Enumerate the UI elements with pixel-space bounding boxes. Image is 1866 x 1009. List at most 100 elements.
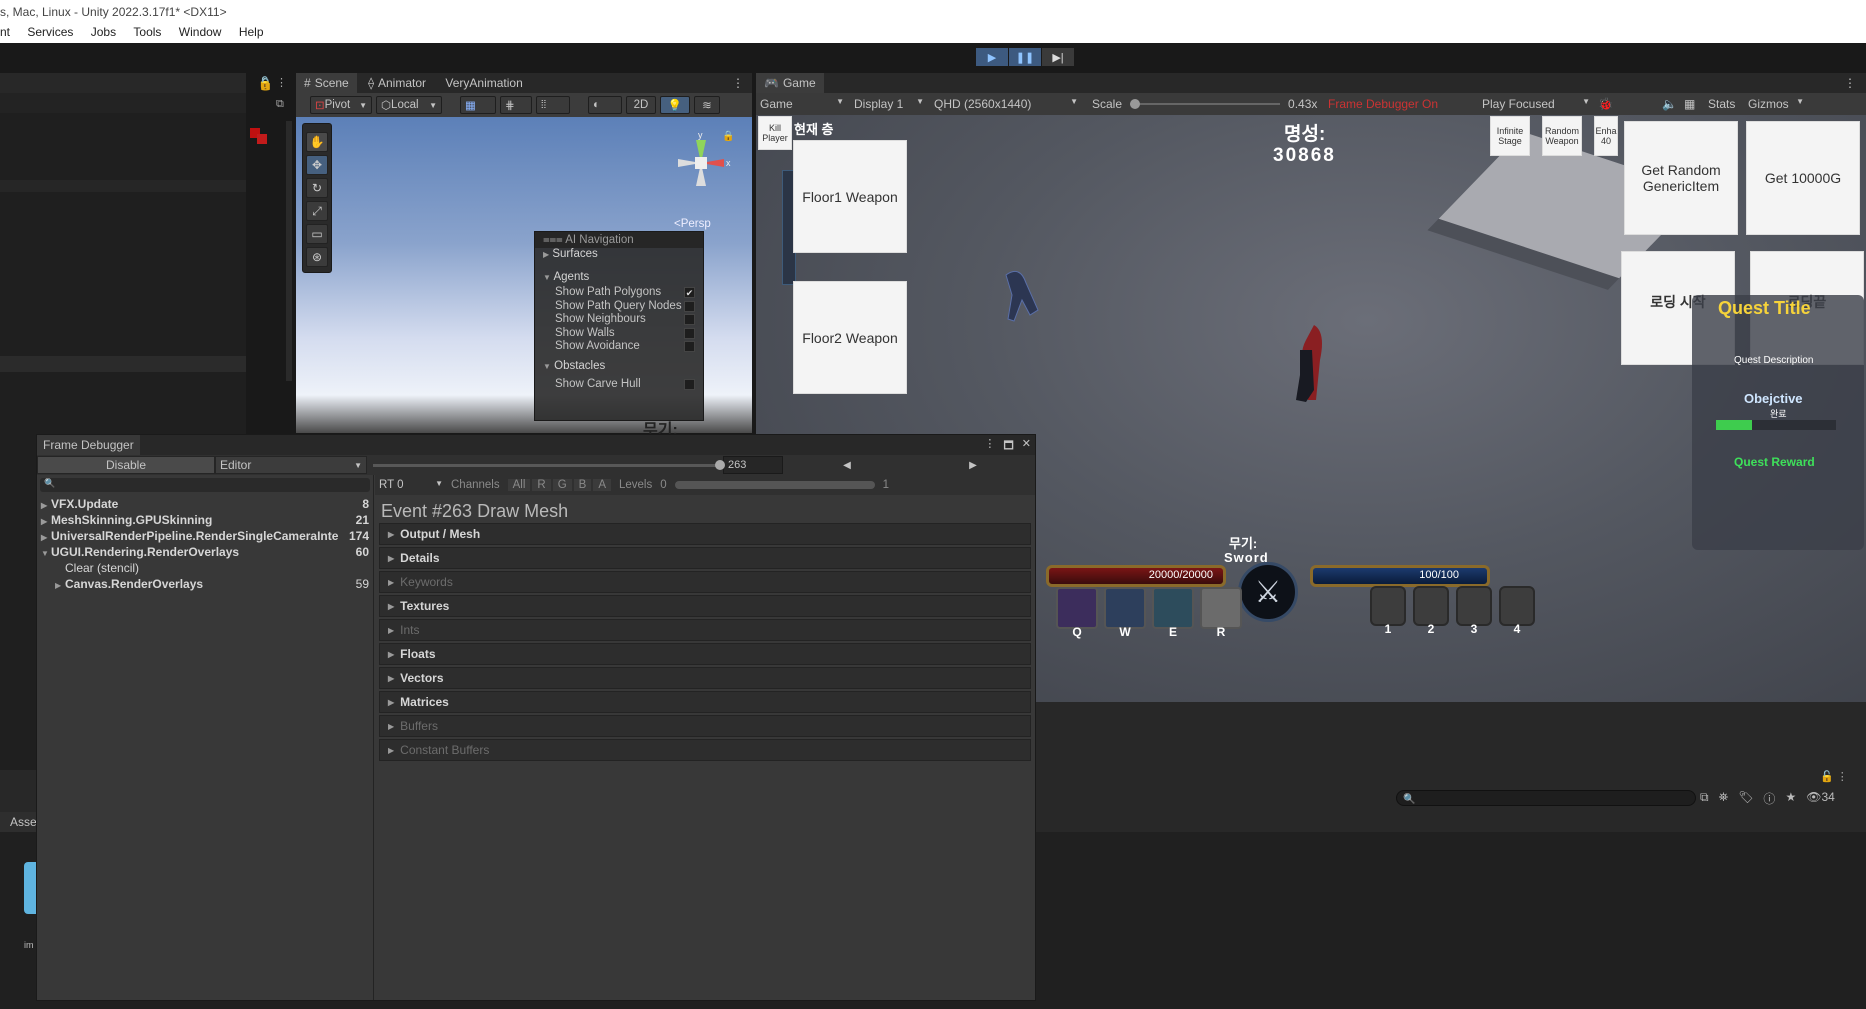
bug-toggle[interactable]: 🐞 [1590, 97, 1650, 111]
tab-scene[interactable]: # Scene [296, 73, 357, 93]
frame-debugger-tab[interactable]: Frame Debugger [37, 435, 140, 455]
hierarchy-search[interactable] [0, 93, 246, 113]
event-tree-row[interactable]: ▶ Canvas.RenderOverlays 59 [37, 576, 373, 592]
skill-slot-e[interactable]: E [1152, 587, 1194, 639]
show-path-polygons-toggle[interactable]: Show Path Polygons ✔ [535, 286, 703, 300]
panel-menu-icon[interactable]: ⋮ [276, 76, 287, 89]
event-search-input[interactable]: 🔍 [40, 478, 370, 492]
obstacles-foldout[interactable]: ▼ Obstacles [535, 360, 703, 375]
floor2-weapon-button[interactable]: Floor2 Weapon [793, 281, 907, 394]
checkbox[interactable] [684, 378, 695, 390]
show-avoidance-toggle[interactable]: Show Avoidance [535, 340, 703, 354]
channel-all-button[interactable]: All [507, 479, 531, 491]
resolution-dropdown[interactable]: QHD (2560x1440) ▼ [924, 97, 1078, 111]
checkbox[interactable] [684, 341, 695, 352]
random-weapon-button[interactable]: Random Weapon [1542, 116, 1582, 156]
show-path-query-nodes-toggle[interactable]: Show Path Query Nodes [535, 300, 703, 314]
stats-toggle[interactable]: Stats [1708, 97, 1748, 111]
play-focused-dropdown[interactable]: Play Focused ▼ [1478, 97, 1590, 111]
step-button[interactable]: ▶| [1042, 48, 1074, 66]
section-constant-buffers[interactable]: ▶ Constant Buffers [379, 739, 1031, 761]
menu-item-tools[interactable]: Tools [133, 25, 161, 39]
window-menu-icon[interactable]: ⋮ [984, 437, 995, 456]
close-icon[interactable]: ✕ [1022, 437, 1031, 456]
mode-2d-toggle[interactable]: 2D [626, 96, 656, 114]
item-slot-4[interactable]: 4 [1499, 586, 1535, 636]
rect-tool-button[interactable]: ▭ [306, 224, 328, 244]
event-slider-track[interactable] [373, 459, 725, 470]
event-tree-row[interactable]: ▶ VFX.Update 8 [37, 496, 373, 512]
section-textures[interactable]: ▶ Textures [379, 595, 1031, 617]
menu-item-window[interactable]: Window [179, 25, 222, 39]
get-random-generic-item-button[interactable]: Get Random GenericItem [1624, 121, 1738, 235]
section-floats[interactable]: ▶ Floats [379, 643, 1031, 665]
mute-audio-toggle[interactable]: 🔈 [1662, 97, 1684, 111]
section-buffers[interactable]: ▶ Buffers [379, 715, 1031, 737]
filter-type-icon[interactable]: ⧉ [1700, 790, 1709, 807]
target-dropdown[interactable]: Editor ▼ [215, 456, 367, 474]
agents-foldout[interactable]: ▼ Agents [535, 271, 703, 286]
menu-item-help[interactable]: Help [239, 25, 264, 39]
event-tree-row[interactable]: ▼ UGUI.Rendering.RenderOverlays 60 [37, 544, 373, 560]
rt-dropdown[interactable]: RT 0 ▼ [379, 479, 443, 491]
grid-dropdown[interactable]: ⋕ [500, 96, 532, 114]
star-icon[interactable]: ★ [1785, 790, 1796, 807]
tab-animator[interactable]: ⟠ Animator [360, 73, 434, 93]
channel-r-button[interactable]: R [532, 479, 551, 491]
increment-dropdown[interactable]: ⦙⦙ [536, 96, 570, 114]
surfaces-foldout[interactable]: ▶ Surfaces [535, 248, 703, 263]
show-neighbours-toggle[interactable]: Show Neighbours [535, 313, 703, 327]
event-tree-row[interactable]: ▶ UniversalRenderPipeline.RenderSingleCam… [37, 528, 373, 544]
filter-label-icon[interactable]: ⛯ [1719, 790, 1729, 807]
tab-game[interactable]: 🎮 Game [756, 73, 824, 93]
project-search-input[interactable]: 🔍 [1396, 790, 1696, 806]
menu-item-services[interactable]: Services [27, 25, 73, 39]
weapon-slot[interactable]: ⚔ [1238, 562, 1298, 622]
event-slider[interactable] [367, 456, 725, 474]
panel-lock-icon[interactable]: 🔓 [258, 76, 272, 89]
levels-slider[interactable] [674, 481, 875, 489]
hierarchy-row-selected[interactable] [0, 356, 246, 372]
display-dropdown[interactable]: Display 1 ▼ [844, 97, 924, 111]
show-carve-hull-toggle[interactable]: Show Carve Hull [535, 378, 703, 392]
hidden-count[interactable]: 👁34 [1806, 790, 1835, 807]
rotate-tool-button[interactable]: ↻ [306, 178, 328, 198]
pivot-dropdown[interactable]: ⊡ Pivot ▼ [310, 96, 372, 114]
disable-button[interactable]: Disable [37, 456, 215, 474]
project-lock-icon[interactable]: 🔓 ⋮ [1820, 770, 1848, 783]
previous-event-button[interactable]: ◀ [783, 460, 911, 471]
scale-slider[interactable]: Scale 0.43x [1078, 97, 1318, 111]
skill-slot-q[interactable]: Q [1056, 587, 1098, 639]
tag-icon[interactable]: 🏷 [1738, 790, 1753, 807]
scene-menu-icon[interactable]: ⋮ [732, 76, 744, 90]
chevron-right-icon[interactable]: ▶ [55, 578, 65, 594]
event-slider-thumb[interactable] [715, 459, 725, 470]
transform-tool-button[interactable]: ⊛ [306, 247, 328, 267]
menu-item-jobs[interactable]: Jobs [91, 25, 116, 39]
item-slot-1[interactable]: 1 [1370, 586, 1406, 636]
event-index-field[interactable]: 263 [723, 456, 783, 474]
layout-toggle[interactable]: ▦ [1684, 97, 1708, 111]
section-keywords[interactable]: ▶ Keywords [379, 571, 1031, 593]
section-matrices[interactable]: ▶ Matrices [379, 691, 1031, 713]
menu-item-nt[interactable]: nt [0, 25, 10, 39]
section-output-mesh[interactable]: ▶ Output / Mesh [379, 523, 1031, 545]
enhance-button[interactable]: Enha 40 [1594, 116, 1618, 156]
checkbox[interactable] [684, 300, 695, 312]
game-view-dropdown[interactable]: Game ▼ [756, 97, 844, 111]
channel-g-button[interactable]: G [552, 479, 572, 491]
scale-thumb[interactable] [1130, 99, 1141, 109]
checkbox[interactable] [684, 314, 695, 325]
maximize-icon[interactable]: 🗖 [1003, 437, 1013, 456]
event-tree-row[interactable]: Clear (stencil) [37, 560, 373, 576]
show-walls-toggle[interactable]: Show Walls [535, 327, 703, 341]
skill-slot-w[interactable]: W [1104, 587, 1146, 639]
audio-toggle[interactable]: ≋ [694, 96, 720, 114]
next-event-button[interactable]: ▶ [911, 460, 1035, 471]
lighting-toggle[interactable]: 💡 [660, 96, 690, 114]
channel-a-button[interactable]: A [593, 479, 611, 491]
item-slot-2[interactable]: 2 [1413, 586, 1449, 636]
floor1-weapon-button[interactable]: Floor1 Weapon [793, 140, 907, 253]
hand-tool-button[interactable]: ✋ [306, 132, 328, 152]
checkbox[interactable] [684, 327, 695, 339]
